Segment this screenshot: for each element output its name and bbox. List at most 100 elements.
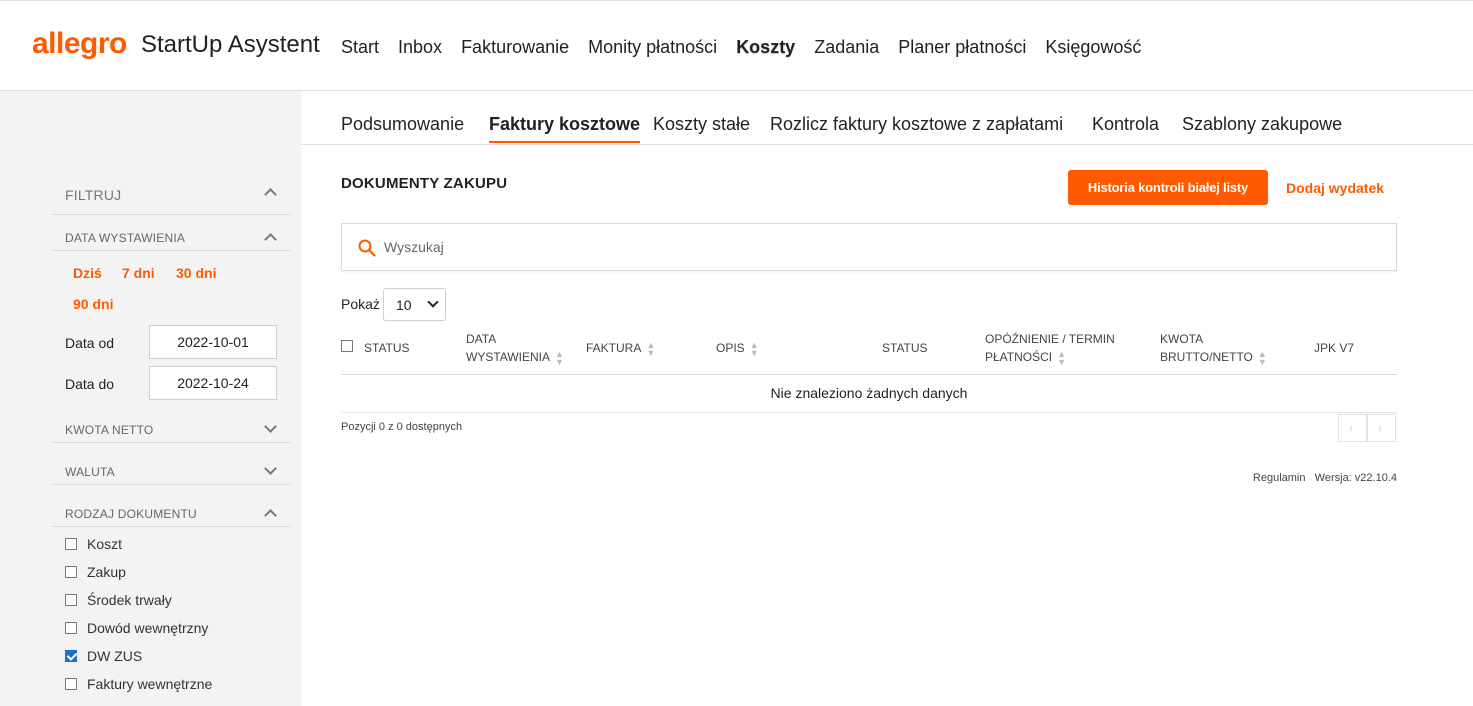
col-invoice-label: FAKTURA <box>586 341 642 355</box>
checkbox-label: Koszt <box>87 536 123 552</box>
top-bar: allegro StartUp Asystent Start Inbox Fak… <box>0 0 1473 91</box>
quick-date-30[interactable]: 30 dni <box>176 265 216 281</box>
col-description-label: OPIS <box>716 341 745 355</box>
col-date-line1: DATA <box>466 332 497 346</box>
checkbox[interactable] <box>65 678 77 690</box>
checkbox[interactable] <box>65 622 77 634</box>
net-amount-section[interactable]: KWOTA NETTO <box>52 409 291 443</box>
col-status-2[interactable]: STATUS <box>882 339 928 357</box>
sort-icon: ▲ ▼ <box>749 339 759 358</box>
chevron-up-icon <box>264 233 277 246</box>
checkbox-label: Dowód wewnętrzny <box>87 620 209 636</box>
checkbox-checked[interactable] <box>65 650 77 662</box>
search-box[interactable] <box>341 223 1397 271</box>
doc-type-title: RODZAJ DOKUMENTU <box>65 507 197 521</box>
checkbox-label: Zakup <box>87 564 126 580</box>
app-name: StartUp Asystent <box>141 31 320 58</box>
doc-type-dowod-wewnetrzny[interactable]: Dowód wewnętrzny <box>65 620 208 636</box>
chevron-left-icon: ‹ <box>1349 421 1353 435</box>
col-amount[interactable]: KWOTA BRUTTO/NETTO ▲ ▼ <box>1160 330 1267 366</box>
sort-icon: ▲ ▼ <box>1057 348 1067 367</box>
col-amount-line1: KWOTA <box>1160 332 1204 346</box>
chevron-down-icon <box>427 296 439 308</box>
doc-type-faktury-wewnetrzne[interactable]: Faktury wewnętrzne <box>65 676 212 692</box>
col-invoice[interactable]: FAKTURA ▲ ▼ <box>586 339 655 357</box>
filter-header[interactable]: FILTRUJ <box>52 176 291 215</box>
tab-rozlicz[interactable]: Rozlicz faktury kosztowe z zapłatami <box>770 114 1063 135</box>
date-from-input[interactable]: 2022-10-01 <box>149 325 277 359</box>
chevron-down-icon <box>264 420 277 433</box>
doc-type-koszt[interactable]: Koszt <box>65 536 122 552</box>
date-from-label: Data od <box>65 335 115 351</box>
checkbox[interactable] <box>65 538 77 550</box>
checkbox[interactable] <box>65 566 77 578</box>
filter-title: FILTRUJ <box>65 187 122 203</box>
tab-szablony[interactable]: Szablony zakupowe <box>1182 114 1342 135</box>
tab-faktury-kosztowe[interactable]: Faktury kosztowe <box>489 114 641 143</box>
chevron-up-icon <box>264 188 277 201</box>
col-delay-line1: OPÓŹNIENIE / TERMIN <box>985 332 1115 346</box>
date-section-title: DATA WYSTAWIENIA <box>65 231 186 245</box>
currency-title: WALUTA <box>65 465 115 479</box>
tab-koszty-stale[interactable]: Koszty stałe <box>653 114 750 135</box>
chevron-right-icon: › <box>1378 421 1382 435</box>
pagination-info: Pozycji 0 z 0 dostępnych <box>341 421 463 433</box>
select-all-checkbox[interactable] <box>341 340 353 352</box>
quick-date-today[interactable]: Dziś <box>73 265 102 281</box>
sort-icon: ▲ ▼ <box>555 348 564 367</box>
date-to-input[interactable]: 2022-10-24 <box>149 366 277 400</box>
history-whitelist-button[interactable]: Historia kontroli białej listy <box>1068 170 1268 205</box>
sub-nav: Podsumowanie Faktury kosztowe Koszty sta… <box>301 91 1473 145</box>
empty-table-message: Nie znaleziono żadnych danych <box>770 385 968 401</box>
col-status[interactable]: STATUS <box>364 339 410 357</box>
allegro-logo[interactable]: allegro <box>32 27 127 61</box>
add-expense-link[interactable]: Dodaj wydatek <box>1286 180 1384 196</box>
col-jpk[interactable]: JPK V7 <box>1314 339 1354 357</box>
quick-date-90[interactable]: 90 dni <box>73 296 113 312</box>
checkbox-label: Faktury wewnętrzne <box>87 676 213 692</box>
checkbox-label: DW ZUS <box>87 648 143 664</box>
page-size-label: Pokaż <box>341 296 380 312</box>
date-section-header[interactable]: DATA WYSTAWIENIA <box>52 215 291 251</box>
nav-start[interactable]: Start <box>341 37 379 58</box>
footer: Regulamin Wersja: v22.10.4 <box>1253 472 1397 484</box>
currency-section[interactable]: WALUTA <box>52 443 291 485</box>
sort-icon: ▲ ▼ <box>646 339 656 358</box>
doc-type-section[interactable]: RODZAJ DOKUMENTU <box>52 485 291 527</box>
col-delay[interactable]: OPÓŹNIENIE / TERMIN PŁATNOŚCI ▲ ▼ <box>985 330 1115 366</box>
nav-fakturowanie[interactable]: Fakturowanie <box>461 37 569 58</box>
nav-koszty[interactable]: Koszty <box>736 37 795 58</box>
main-nav: Start Inbox Fakturowanie Monity płatnośc… <box>341 37 1160 58</box>
page-title: DOKUMENTY ZAKUPU <box>341 175 508 192</box>
doc-type-srodek-trwaly[interactable]: Środek trwały <box>65 592 172 608</box>
tab-kontrola[interactable]: Kontrola <box>1092 114 1159 135</box>
pagination-next-button[interactable]: › <box>1367 414 1396 442</box>
col-date-line2: WYSTAWIENIA <box>466 350 550 364</box>
nav-zadania[interactable]: Zadania <box>814 37 879 58</box>
tab-podsumowanie[interactable]: Podsumowanie <box>341 114 464 135</box>
nav-ksiegowosc[interactable]: Księgowość <box>1045 37 1141 58</box>
checkbox[interactable] <box>65 594 77 606</box>
col-delay-line2: PŁATNOŚCI <box>985 350 1053 364</box>
page-size-select[interactable]: 10 <box>383 288 446 321</box>
col-date[interactable]: DATA WYSTAWIENIA ▲ ▼ <box>466 330 564 366</box>
col-amount-line2: BRUTTO/NETTO <box>1160 350 1253 364</box>
terms-link[interactable]: Regulamin <box>1253 472 1306 484</box>
net-amount-title: KWOTA NETTO <box>65 423 154 437</box>
search-input[interactable] <box>384 236 1284 258</box>
nav-planer[interactable]: Planer płatności <box>898 37 1026 58</box>
sort-icon: ▲ ▼ <box>1257 348 1267 367</box>
doc-type-zakup[interactable]: Zakup <box>65 564 126 580</box>
col-description[interactable]: OPIS ▲ ▼ <box>716 339 759 357</box>
table-header-divider <box>341 374 1397 375</box>
doc-type-dw-zus[interactable]: DW ZUS <box>65 648 142 664</box>
table-row-divider <box>341 412 1397 413</box>
quick-date-7[interactable]: 7 dni <box>122 265 155 281</box>
chevron-up-icon <box>264 509 277 522</box>
date-to-label: Data do <box>65 376 115 392</box>
pagination-prev-button[interactable]: ‹ <box>1338 414 1367 442</box>
nav-monity[interactable]: Monity płatności <box>588 37 717 58</box>
nav-inbox[interactable]: Inbox <box>398 37 442 58</box>
version-label: Wersja: v22.10.4 <box>1314 472 1397 484</box>
checkbox-label: Środek trwały <box>87 592 172 608</box>
